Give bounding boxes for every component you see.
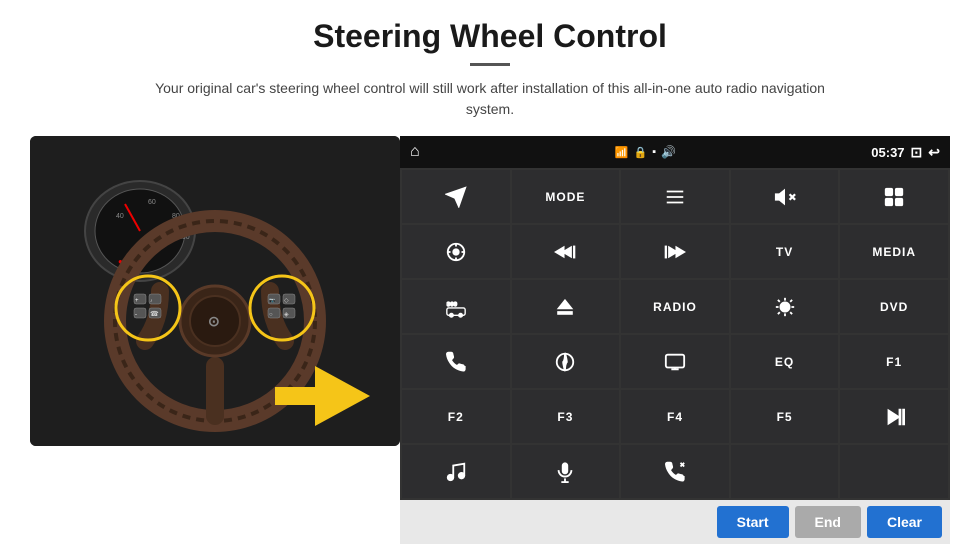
wifi-icon: 📶: [615, 146, 629, 159]
grid-button-mute[interactable]: [731, 170, 839, 223]
svg-text:+: +: [135, 298, 139, 304]
grid-button-F5[interactable]: F5: [731, 390, 839, 443]
grid-button-list[interactable]: [621, 170, 729, 223]
grid-empty: [731, 445, 839, 498]
grid-button-phone-answer[interactable]: [621, 445, 729, 498]
button-grid: MODE TVMEDIA 360 RADIO DVDEQF1 F2F3F4F5: [400, 168, 950, 500]
grid-button-EQ[interactable]: EQ: [731, 335, 839, 388]
lock-icon: 🔒: [634, 146, 648, 159]
grid-button-F4[interactable]: F4: [621, 390, 729, 443]
svg-text:◈: ◈: [284, 312, 289, 318]
svg-text:📷: 📷: [269, 298, 275, 304]
grid-button-music[interactable]: [402, 445, 510, 498]
grid-button-MEDIA[interactable]: MEDIA: [840, 225, 948, 278]
grid-button-F3[interactable]: F3: [512, 390, 620, 443]
grid-button-MODE[interactable]: MODE: [512, 170, 620, 223]
grid-button-DVD[interactable]: DVD: [840, 280, 948, 333]
svg-text:60: 60: [148, 199, 156, 206]
page-container: Steering Wheel Control Your original car…: [0, 0, 980, 544]
grid-button-RADIO[interactable]: RADIO: [621, 280, 729, 333]
grid-button-brightness[interactable]: [731, 280, 839, 333]
grid-button-previous[interactable]: [512, 225, 620, 278]
sd-icon: ▪: [652, 146, 656, 158]
clock: 05:37: [871, 145, 904, 160]
grid-button-play-pause[interactable]: [840, 390, 948, 443]
content-area: 40 60 80 100 ●●●: [30, 136, 950, 544]
page-subtitle: Your original car's steering wheel contr…: [140, 78, 840, 120]
grid-button-navigation[interactable]: [512, 335, 620, 388]
svg-text:☎: ☎: [150, 310, 159, 318]
screen-icon: ⊡: [911, 144, 923, 161]
start-button[interactable]: Start: [717, 506, 789, 538]
grid-button-grid[interactable]: [840, 170, 948, 223]
steering-wheel-image: 40 60 80 100 ●●●: [30, 136, 400, 446]
status-bar: ⌂ 📶 🔒 ▪ 🔊 05:37 ⊡ ↩: [400, 136, 950, 168]
back-icon[interactable]: ↩: [928, 144, 940, 161]
svg-text:○: ○: [269, 312, 273, 318]
svg-text:-: -: [135, 312, 137, 318]
grid-button-phone[interactable]: [402, 335, 510, 388]
grid-button-next[interactable]: [621, 225, 729, 278]
grid-button-TV[interactable]: TV: [731, 225, 839, 278]
svg-text:◇: ◇: [284, 298, 289, 304]
svg-text:⊙: ⊙: [208, 313, 220, 329]
bt-icon: 🔊: [661, 145, 676, 159]
clear-button[interactable]: Clear: [867, 506, 942, 538]
end-button[interactable]: End: [795, 506, 861, 538]
svg-text:360: 360: [447, 302, 458, 308]
svg-text:40: 40: [116, 213, 124, 220]
head-unit: ⌂ 📶 🔒 ▪ 🔊 05:37 ⊡ ↩ MODE TVMEDIA 360 RADIO D…: [400, 136, 950, 544]
grid-button-F2[interactable]: F2: [402, 390, 510, 443]
grid-button-settings[interactable]: [402, 225, 510, 278]
grid-button-send[interactable]: [402, 170, 510, 223]
home-icon[interactable]: ⌂: [410, 143, 420, 161]
page-title: Steering Wheel Control: [313, 18, 667, 55]
status-left: ⌂: [410, 143, 420, 161]
grid-empty: [840, 445, 948, 498]
grid-button-screen-mirror[interactable]: [621, 335, 729, 388]
status-right: 05:37 ⊡ ↩: [871, 144, 940, 161]
action-bar: Start End Clear: [400, 500, 950, 544]
status-icons: 📶 🔒 ▪ 🔊: [615, 145, 676, 159]
title-divider: [470, 63, 510, 66]
grid-button-F1[interactable]: F1: [840, 335, 948, 388]
grid-button-microphone[interactable]: [512, 445, 620, 498]
grid-button-eject[interactable]: [512, 280, 620, 333]
grid-button-360-cam[interactable]: 360: [402, 280, 510, 333]
